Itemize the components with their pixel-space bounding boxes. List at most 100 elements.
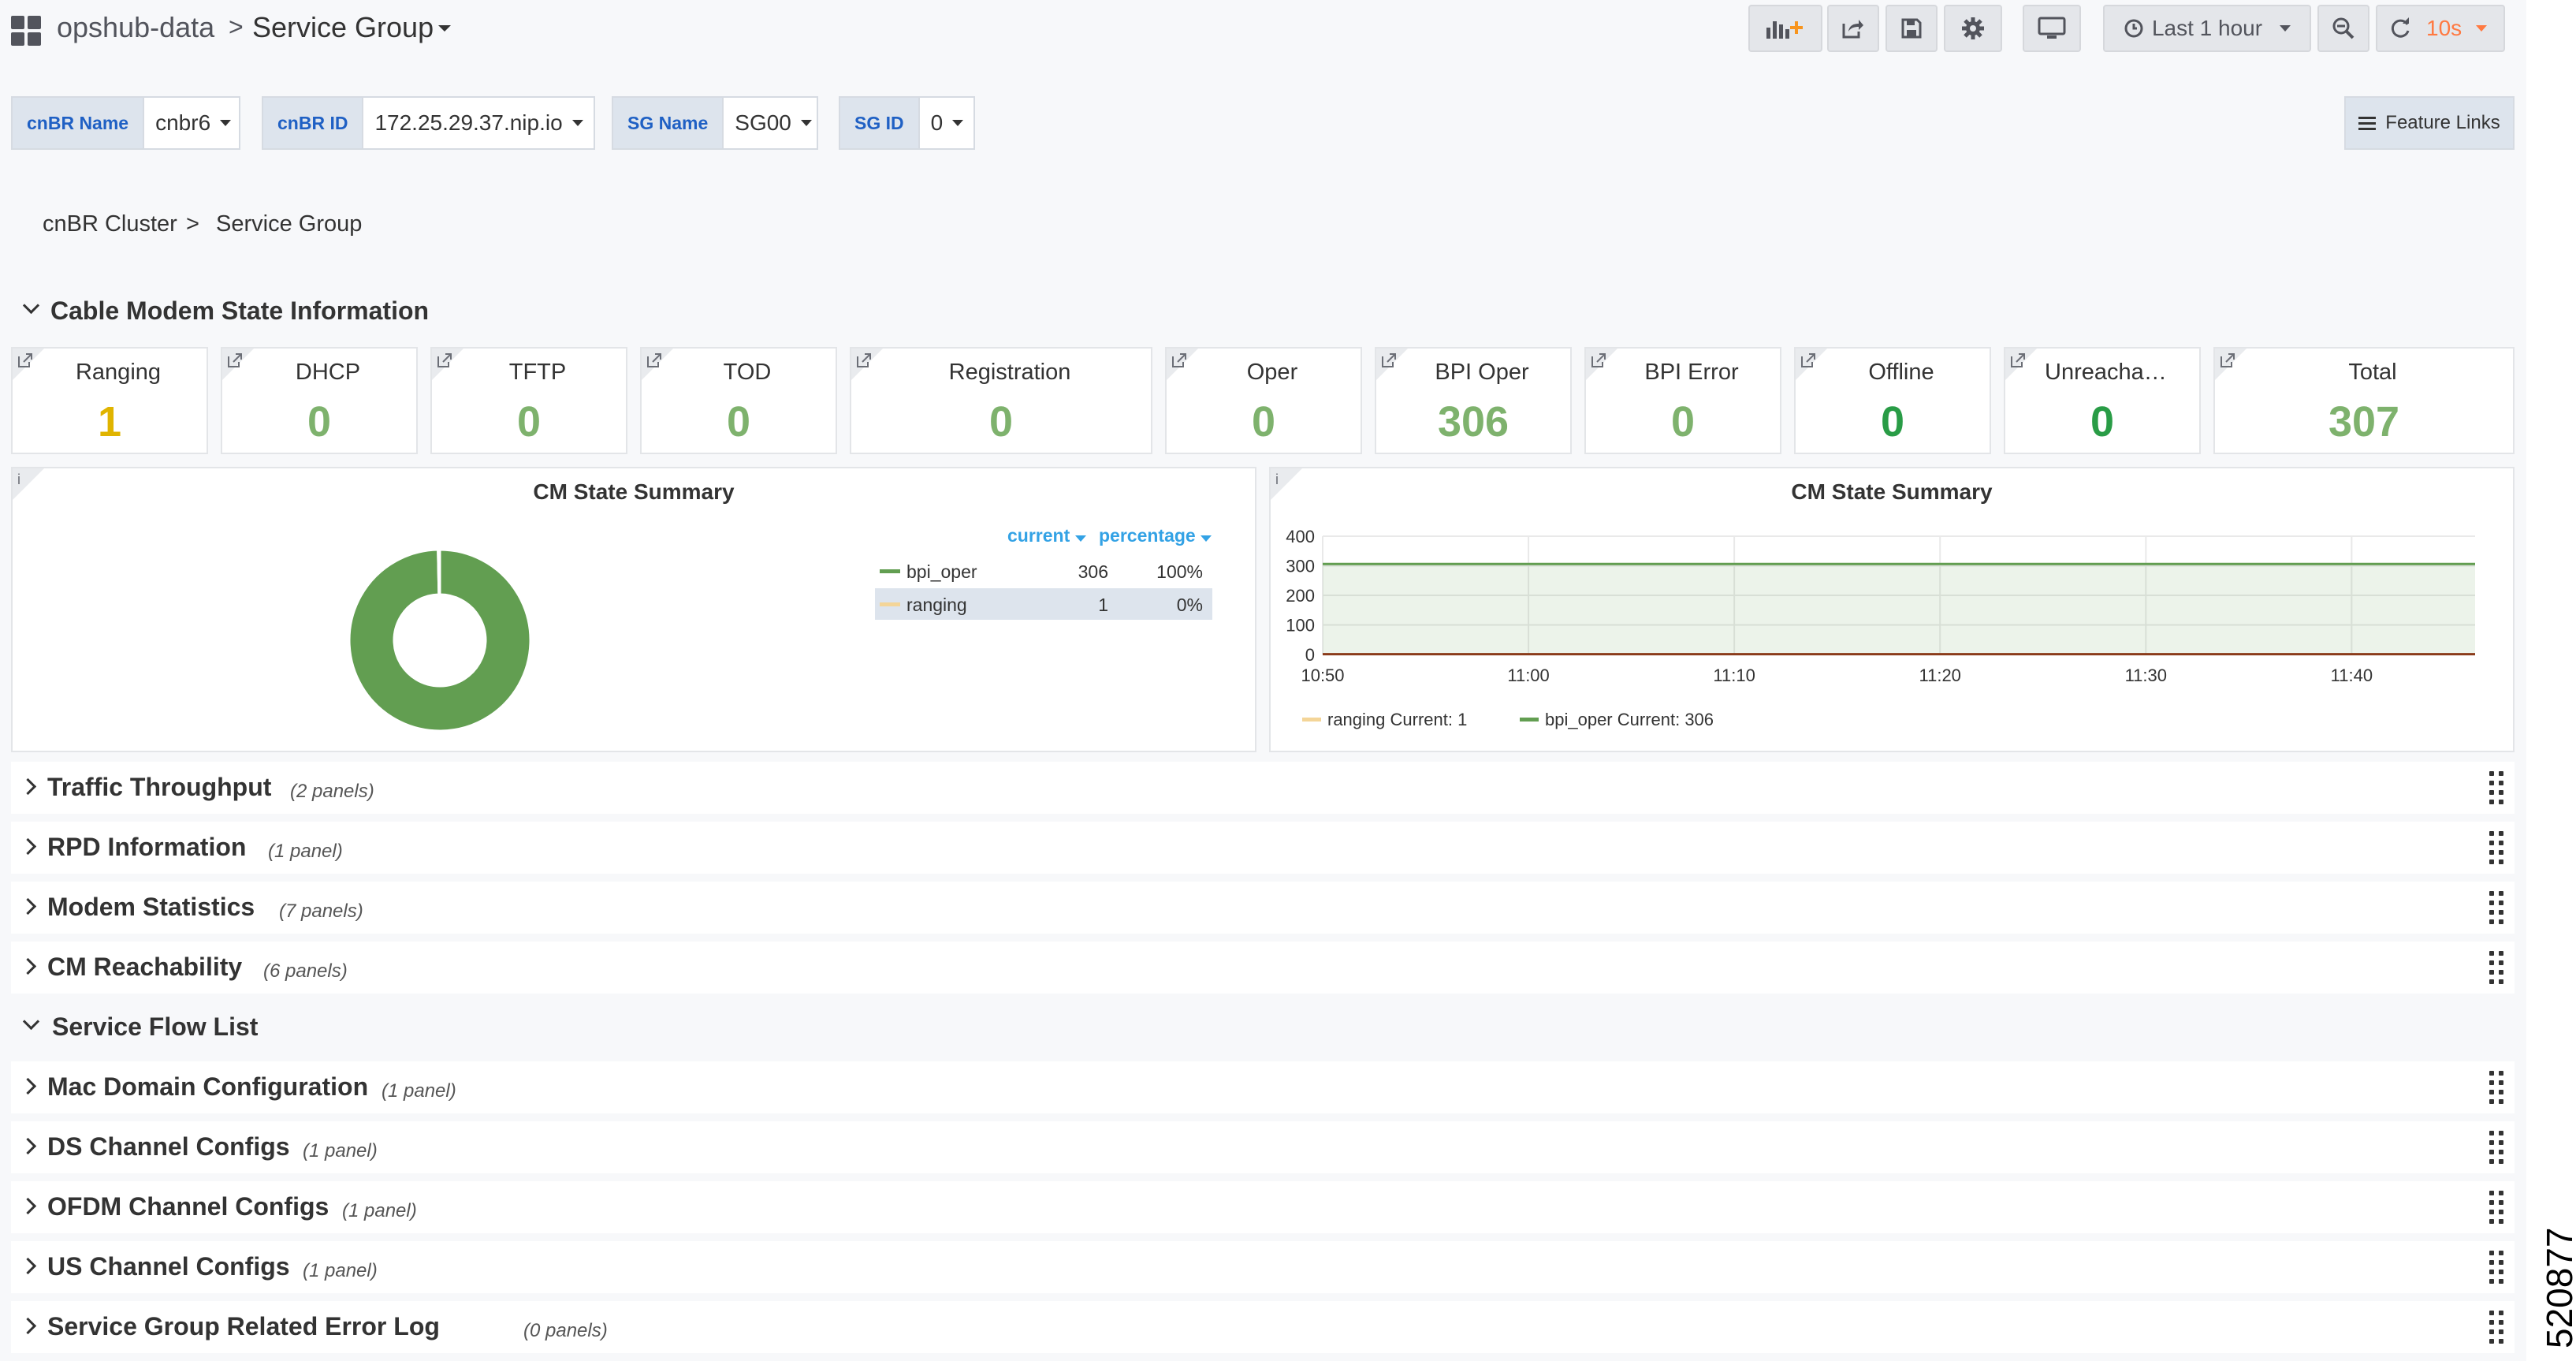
settings-button[interactable] (1944, 5, 2002, 52)
pie-slice-ranging[interactable] (437, 548, 441, 596)
stat-title: Registration (948, 360, 1071, 385)
variable-value: cnbr6 (155, 110, 211, 135)
variable-sg-name[interactable]: SG Name SG00 (612, 96, 819, 150)
variable-sg-id[interactable]: SG ID 0 (839, 96, 975, 150)
row-ds-channel-configs[interactable]: DS Channel Configs (1 panel) (11, 1121, 2515, 1173)
legend-series-name: bpi_oper (906, 561, 977, 582)
legend-item-ranging[interactable]: ranging Current: 1 (1327, 710, 1467, 729)
row-traffic-throughput[interactable]: Traffic Throughput (2 panels) (11, 762, 2515, 814)
row-title: Cable Modem State Information (50, 296, 430, 325)
area-chart: 0 100 200 300 400 10:50 11:00 11:10 11:20 11:30 11… (1286, 527, 2475, 729)
chevron-down-icon (800, 120, 812, 126)
refresh-interval-caret-icon[interactable] (2476, 25, 2488, 32)
legend-header-percentage[interactable]: percentage (1099, 525, 1212, 546)
stat-panel-registration[interactable]: Registration 0 (850, 347, 1152, 454)
row-service-group-related-error-log[interactable]: Service Group Related Error Log (0 panels… (11, 1301, 2515, 1353)
stat-title: Unreachabl... (2045, 360, 2181, 385)
row-panel-count: (1 panel) (303, 1140, 378, 1162)
row-title: US Channel Configs (47, 1252, 290, 1281)
row-rpd-information[interactable]: RPD Information (1 panel) (11, 822, 2515, 874)
stat-panel-total[interactable]: Total 307 (2213, 347, 2515, 454)
legend-header-current-label: current (1007, 525, 1070, 546)
drag-handle-icon[interactable] (2489, 891, 2507, 924)
x-tick-label: 11:20 (1919, 666, 1961, 685)
row-mac-domain-configuration[interactable]: Mac Domain Configuration (1 panel) (11, 1061, 2515, 1113)
feature-links-button[interactable]: Feature Links (2344, 96, 2515, 150)
monitor-icon (2038, 17, 2066, 39)
stat-panel-oper[interactable]: Oper 0 (1165, 347, 1362, 454)
chevron-right-icon (19, 1197, 37, 1215)
row-modem-statistics[interactable]: Modem Statistics (7 panels) (11, 882, 2515, 934)
row-panel-count: (1 panel) (268, 841, 343, 862)
variable-select-sg-id[interactable]: 0 (918, 96, 975, 150)
row-us-channel-configs[interactable]: US Channel Configs (1 panel) (11, 1241, 2515, 1293)
variable-cnbr-name[interactable]: cnBR Name cnbr6 (11, 96, 241, 150)
share-button[interactable] (1827, 5, 1879, 52)
chevron-down-icon (952, 120, 964, 126)
stat-value: 0 (1880, 398, 1905, 446)
row-cable-modem-state-information[interactable]: Cable Modem State Information (11, 285, 2515, 337)
y-tick-label: 300 (1286, 557, 1315, 576)
cm-state-summary-pie-panel[interactable]: i CM State Summary current percentage bp… (11, 467, 1256, 752)
row-cm-reachability[interactable]: CM Reachability (6 panels) (11, 942, 2515, 994)
stat-panel-ranging[interactable]: Ranging 1 (11, 347, 208, 454)
time-picker-button[interactable]: Last 1 hour (2103, 5, 2311, 52)
refresh-button[interactable]: 10s (2376, 5, 2505, 52)
variable-select-sg-name[interactable]: SG00 (722, 96, 819, 150)
chevron-down-icon (220, 120, 232, 126)
row-ofdm-channel-configs[interactable]: OFDM Channel Configs (1 panel) (11, 1181, 2515, 1233)
row-title: OFDM Channel Configs (47, 1192, 329, 1221)
stat-value: 0 (988, 398, 1014, 446)
drag-handle-icon[interactable] (2489, 771, 2507, 804)
variable-select-cnbr-id[interactable]: 172.25.29.37.nip.io (362, 96, 596, 150)
y-tick-label: 400 (1286, 527, 1315, 546)
breadcrumb-current: Service Group (216, 211, 363, 237)
stat-title: Ranging (75, 360, 162, 385)
stat-value: 0 (726, 398, 751, 446)
stat-panel-tod[interactable]: TOD 0 (640, 347, 837, 454)
x-tick-label: 11:00 (1507, 666, 1549, 685)
save-dashboard-button[interactable] (1885, 5, 1938, 52)
stat-panel-bpi-oper[interactable]: BPI Oper 306 (1375, 347, 1572, 454)
legend-header-current[interactable]: current (1007, 525, 1086, 546)
dashboard-title[interactable]: Service Group (252, 11, 434, 44)
folder-link[interactable]: opshub-data (57, 11, 214, 44)
variable-cnbr-id[interactable]: cnBR ID 172.25.29.37.nip.io (262, 96, 596, 150)
stat-panel-offline[interactable]: Offline 0 (1794, 347, 1991, 454)
stat-panel-tftp[interactable]: TFTP 0 (430, 347, 627, 454)
row-panel-count: (0 panels) (523, 1320, 608, 1341)
drag-handle-icon[interactable] (2489, 1131, 2507, 1164)
stat-panel-bpi-error[interactable]: BPI Error 0 (1584, 347, 1781, 454)
legend-row-ranging[interactable]: ranging 1 0% (875, 588, 1212, 620)
stat-value: 0 (307, 398, 332, 446)
refresh-interval[interactable]: 10s (2426, 16, 2462, 41)
breadcrumb-cnbr-cluster[interactable]: cnBR Cluster (43, 211, 177, 237)
zoom-out-button[interactable] (2317, 5, 2369, 52)
drag-handle-icon[interactable] (2489, 831, 2507, 864)
variable-select-cnbr-name[interactable]: cnbr6 (143, 96, 241, 150)
legend-row-bpi-oper[interactable]: bpi_oper 306 100% (875, 555, 1212, 587)
row-service-flow-list[interactable]: Service Flow List (11, 1001, 2515, 1053)
drag-handle-icon[interactable] (2489, 1191, 2507, 1224)
stat-value: 1 (97, 398, 122, 446)
add-panel-button[interactable] (1748, 5, 1822, 52)
stat-panel-unreachabl[interactable]: Unreachabl... 0 (2004, 347, 2201, 454)
dashboards-grid-icon[interactable] (11, 16, 41, 46)
title-dropdown-caret-icon[interactable] (438, 25, 451, 32)
variable-value: SG00 (735, 110, 791, 135)
stat-panel-dhcp[interactable]: DHCP 0 (221, 347, 418, 454)
stat-title: DHCP (295, 360, 361, 385)
drag-handle-icon[interactable] (2489, 1071, 2507, 1104)
x-tick-label: 11:30 (2125, 666, 2167, 685)
drag-handle-icon[interactable] (2489, 1251, 2507, 1284)
stat-value: 0 (516, 398, 542, 446)
drag-handle-icon[interactable] (2489, 1311, 2507, 1344)
chevron-right-icon (19, 1137, 37, 1155)
legend-swatch (880, 602, 900, 606)
cm-state-summary-graph-panel[interactable]: i CM State Summary 0 100 200 300 400 10:50 11:… (1269, 467, 2515, 752)
chevron-right-icon (19, 837, 37, 856)
stat-value: 0 (1670, 398, 1696, 446)
legend-item-bpi-oper[interactable]: bpi_oper Current: 306 (1545, 710, 1714, 729)
cycle-view-mode-button[interactable] (2023, 5, 2081, 52)
drag-handle-icon[interactable] (2489, 951, 2507, 984)
